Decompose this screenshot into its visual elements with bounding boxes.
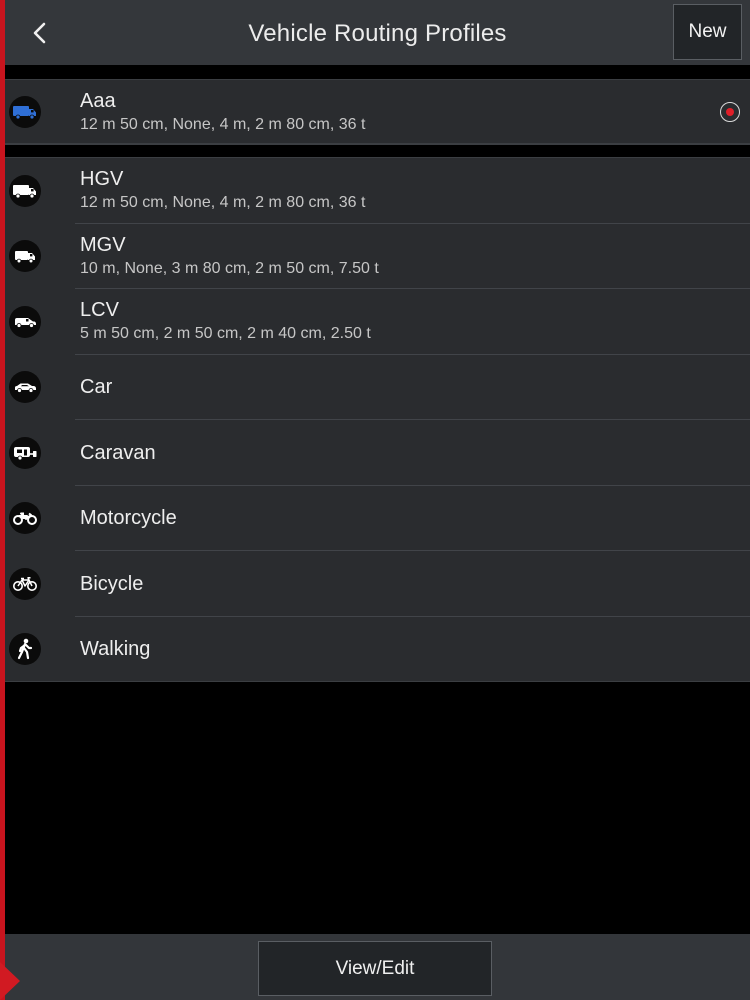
car-icon bbox=[9, 371, 41, 404]
page-title: Vehicle Routing Profiles bbox=[248, 20, 507, 47]
profile-text: LCV 5 m 50 cm, 2 m 50 cm, 2 m 40 cm, 2.5… bbox=[80, 289, 690, 355]
header-bar: Vehicle Routing Profiles New bbox=[5, 0, 750, 65]
chevron-left-icon bbox=[33, 22, 46, 44]
profile-row-lcv[interactable]: LCV 5 m 50 cm, 2 m 50 cm, 2 m 40 cm, 2.5… bbox=[5, 289, 750, 355]
profile-name: Car bbox=[80, 376, 113, 399]
builtin-profile-list: HGV 12 m 50 cm, None, 4 m, 2 m 80 cm, 36… bbox=[5, 157, 750, 682]
mgv-truck-icon bbox=[9, 240, 41, 273]
row-divider bbox=[5, 681, 750, 682]
profile-row-car[interactable]: Car bbox=[5, 355, 750, 421]
custom-profile-list: Aaa 12 m 50 cm, None, 4 m, 2 m 80 cm, 36… bbox=[5, 79, 750, 145]
radio-dot bbox=[726, 108, 734, 116]
profile-text: Aaa 12 m 50 cm, None, 4 m, 2 m 80 cm, 36… bbox=[80, 80, 690, 144]
profile-row-aaa[interactable]: Aaa 12 m 50 cm, None, 4 m, 2 m 80 cm, 36… bbox=[5, 80, 750, 144]
profile-detail: 10 m, None, 3 m 80 cm, 2 m 50 cm, 7.50 t bbox=[80, 259, 379, 277]
hgv-truck-icon bbox=[9, 174, 41, 207]
profile-detail: 12 m 50 cm, None, 4 m, 2 m 80 cm, 36 t bbox=[80, 115, 366, 133]
profile-name: LCV bbox=[80, 299, 119, 322]
profile-name: Bicycle bbox=[80, 572, 144, 595]
profile-text: Motorcycle bbox=[80, 486, 690, 552]
van-icon bbox=[9, 305, 41, 338]
profile-row-mgv[interactable]: MGV 10 m, None, 3 m 80 cm, 2 m 50 cm, 7.… bbox=[5, 224, 750, 290]
caravan-icon bbox=[9, 436, 41, 469]
view-edit-button[interactable]: View/Edit bbox=[258, 941, 492, 996]
selected-radio-button[interactable] bbox=[720, 102, 740, 122]
profile-row-caravan[interactable]: Caravan bbox=[5, 420, 750, 486]
profile-detail: 12 m 50 cm, None, 4 m, 2 m 80 cm, 36 t bbox=[80, 194, 366, 212]
profile-row-hgv[interactable]: HGV 12 m 50 cm, None, 4 m, 2 m 80 cm, 36… bbox=[5, 158, 750, 224]
side-accent-bar bbox=[0, 0, 5, 1000]
walking-icon bbox=[9, 633, 41, 666]
profile-text: MGV 10 m, None, 3 m 80 cm, 2 m 50 cm, 7.… bbox=[80, 224, 690, 290]
side-expand-arrow-icon[interactable] bbox=[0, 962, 20, 1000]
profile-text: HGV 12 m 50 cm, None, 4 m, 2 m 80 cm, 36… bbox=[80, 158, 690, 224]
profile-text: Car bbox=[80, 355, 690, 421]
new-profile-button[interactable]: New bbox=[673, 4, 742, 60]
profile-text: Caravan bbox=[80, 420, 690, 486]
profile-name: Motorcycle bbox=[80, 507, 177, 530]
profile-row-bicycle[interactable]: Bicycle bbox=[5, 551, 750, 617]
profile-name: Caravan bbox=[80, 441, 156, 464]
motorcycle-icon bbox=[9, 502, 41, 535]
profile-detail: 5 m 50 cm, 2 m 50 cm, 2 m 40 cm, 2.50 t bbox=[80, 325, 371, 343]
profile-name: MGV bbox=[80, 233, 126, 256]
app-screen: Vehicle Routing Profiles New Aaa 12 m 50… bbox=[0, 0, 750, 1000]
profile-row-walking[interactable]: Walking bbox=[5, 617, 750, 683]
profile-name: HGV bbox=[80, 168, 124, 191]
back-button[interactable] bbox=[19, 12, 61, 54]
profile-row-motorcycle[interactable]: Motorcycle bbox=[5, 486, 750, 552]
profile-text: Walking bbox=[80, 617, 690, 683]
profile-name: Aaa bbox=[80, 89, 116, 112]
truck-icon bbox=[9, 96, 41, 128]
profile-name: Walking bbox=[80, 638, 151, 661]
row-divider bbox=[5, 143, 750, 144]
profile-text: Bicycle bbox=[80, 551, 690, 617]
bicycle-icon bbox=[9, 567, 41, 600]
footer-bar: View/Edit bbox=[5, 934, 750, 1000]
